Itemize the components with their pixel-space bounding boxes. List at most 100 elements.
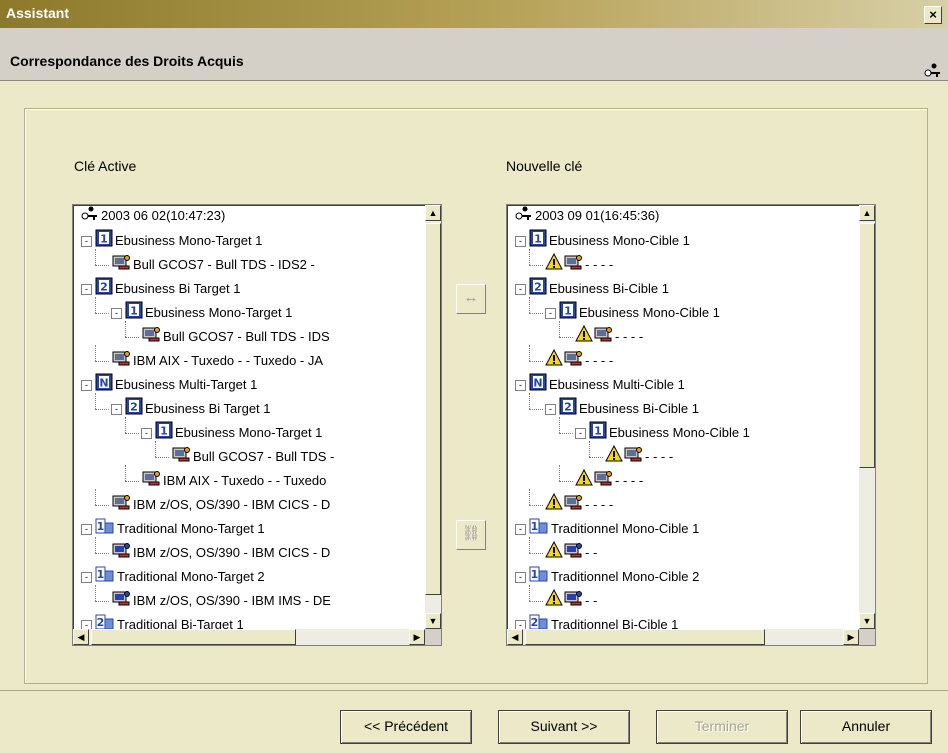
previous-button[interactable]: << Précédent <box>340 710 472 744</box>
tree-node[interactable]: N Ebusiness Multi-Target 1 <box>95 373 257 397</box>
warning-icon <box>545 492 583 517</box>
tree-node[interactable]: 2 Ebusiness Bi-Cible 1 <box>559 397 699 421</box>
scroll-thumb-h[interactable] <box>525 629 765 645</box>
tree-node[interactable]: IBM z/OS, OS/390 - IBM CICS - D <box>111 493 330 517</box>
tree-node[interactable]: - - - - <box>575 324 643 349</box>
map-arrow-button[interactable]: ↔ <box>456 284 486 314</box>
tree-node[interactable]: Bull GCOS7 - Bull TDS - IDS <box>141 325 330 349</box>
tree-connector <box>529 345 530 361</box>
tree-node[interactable]: Bull GCOS7 - Bull TDS - IDS2 - <box>111 253 315 277</box>
tree-node[interactable]: - - - - <box>545 348 614 373</box>
scroll-up-icon[interactable]: ▲ <box>859 205 875 221</box>
tree-node[interactable]: IBM AIX - Tuxedo - - Tuxedo - JA <box>111 349 323 373</box>
collapse-toggle-icon[interactable]: - <box>81 572 92 583</box>
scroll-down-icon[interactable]: ▼ <box>859 613 875 629</box>
collapse-toggle-icon[interactable]: - <box>81 620 92 629</box>
tree-node-label: IBM AIX - Tuxedo - - Tuxedo <box>163 473 327 488</box>
tree-node[interactable]: - - <box>545 540 597 565</box>
collapse-toggle-icon[interactable]: - <box>515 524 526 535</box>
target-badge-icon: 1 <box>529 229 547 253</box>
scroll-right-icon[interactable]: ▶ <box>843 629 859 645</box>
collapse-toggle-icon[interactable]: - <box>111 404 122 415</box>
tree-node[interactable]: 1 Ebusiness Mono-Cible 1 <box>529 229 690 253</box>
tree-node[interactable]: IBM z/OS, OS/390 - IBM IMS - DE <box>111 589 331 613</box>
tree-connector <box>95 489 96 505</box>
finish-button[interactable]: Terminer <box>656 710 788 744</box>
scroll-thumb-h[interactable] <box>91 629 296 645</box>
tree-node[interactable]: 1 Ebusiness Mono-Target 1 <box>155 421 322 445</box>
tree-node-label: IBM z/OS, OS/390 - IBM CICS - D <box>133 545 331 560</box>
tree-node[interactable]: 2 Traditionnel Bi-Cible 1 <box>529 613 678 629</box>
cancel-button[interactable]: Annuler <box>800 710 932 744</box>
collapse-toggle-icon[interactable]: - <box>515 572 526 583</box>
tree-node-label: - - - - <box>585 353 614 368</box>
tree-node[interactable]: - - <box>545 588 597 613</box>
scroll-left-icon[interactable]: ◀ <box>73 629 89 645</box>
active-key-tree[interactable]: 2003 06 02(10:47:23) -1 Ebusiness Mono-Tar… <box>72 204 442 646</box>
tree-rows: 2003 06 02(10:47:23) -1 Ebusiness Mono-Tar… <box>73 205 425 629</box>
tree-node[interactable]: 1 Ebusiness Mono-Cible 1 <box>559 301 720 325</box>
tree-node[interactable]: - - - - <box>545 252 613 277</box>
tree-node[interactable]: N Ebusiness Multi-Cible 1 <box>529 373 685 397</box>
collapse-toggle-icon[interactable]: - <box>111 308 122 319</box>
scroll-right-icon[interactable]: ▶ <box>409 629 425 645</box>
tree-node[interactable]: IBM AIX - Tuxedo - - Tuxedo <box>141 469 326 493</box>
tree-node[interactable]: 1 Traditional Mono-Target 2 <box>95 565 265 589</box>
collapse-toggle-icon[interactable]: - <box>141 428 152 439</box>
warning-icon <box>545 588 583 613</box>
close-button[interactable]: × <box>924 6 942 24</box>
horizontal-scrollbar[interactable]: ◀ ▶ <box>73 629 425 645</box>
tree-node[interactable]: 1 Ebusiness Mono-Target 1 <box>95 229 262 253</box>
scroll-left-icon[interactable]: ◀ <box>507 629 523 645</box>
horizontal-scrollbar[interactable]: ◀ ▶ <box>507 629 859 645</box>
tree-node[interactable]: - - - - <box>545 492 613 517</box>
tree-connector <box>529 393 530 409</box>
collapse-toggle-icon[interactable]: - <box>81 524 92 535</box>
tree-node[interactable]: 1 Ebusiness Mono-Cible 1 <box>589 421 750 445</box>
tree-connector <box>529 489 530 505</box>
tree-node[interactable]: 2 Ebusiness Bi Target 1 <box>95 277 241 301</box>
server-icon <box>111 589 131 613</box>
collapse-toggle-icon[interactable]: - <box>575 428 586 439</box>
collapse-toggle-icon[interactable]: - <box>515 380 526 391</box>
tree-node[interactable]: 1 Traditionnel Mono-Cible 2 <box>529 565 699 589</box>
scroll-thumb[interactable] <box>425 223 441 595</box>
tree-connector <box>125 433 139 434</box>
scroll-down-icon[interactable]: ▼ <box>425 613 441 629</box>
tree-node[interactable]: 2003 06 02(10:47:23) <box>81 205 225 229</box>
tree-connector <box>125 337 139 338</box>
new-key-tree[interactable]: 2003 09 01(16:45:36) -1 Ebusiness Mono-Cib… <box>506 204 876 646</box>
tree-node-label: Ebusiness Bi-Cible 1 <box>579 401 699 416</box>
tree-node[interactable]: 2 Traditional Bi-Target 1 <box>95 613 244 629</box>
svg-text:1: 1 <box>594 425 602 438</box>
tree-node[interactable]: 1 Traditionnel Mono-Cible 1 <box>529 517 699 541</box>
tree-node[interactable]: - - - - <box>575 468 643 493</box>
tree-node[interactable]: Bull GCOS7 - Bull TDS - <box>171 445 334 469</box>
tree-node-label: Traditionnel Mono-Cible 1 <box>551 521 700 536</box>
collapse-toggle-icon[interactable]: - <box>545 308 556 319</box>
tree-node-label: 2003 06 02(10:47:23) <box>101 208 226 223</box>
next-button[interactable]: Suivant >> <box>498 710 630 744</box>
tree-node[interactable]: 1 Traditional Mono-Target 1 <box>95 517 265 541</box>
scroll-up-icon[interactable]: ▲ <box>425 205 441 221</box>
tree-node[interactable]: 2 Ebusiness Bi Target 1 <box>125 397 271 421</box>
vertical-scrollbar[interactable]: ▲ ▼ <box>859 205 875 629</box>
collapse-toggle-icon[interactable]: - <box>515 284 526 295</box>
collapse-toggle-icon[interactable]: - <box>81 284 92 295</box>
tree-node-label: Traditional Bi-Target 1 <box>117 617 244 629</box>
collapse-toggle-icon[interactable]: - <box>545 404 556 415</box>
link-button[interactable]: ⛓ <box>456 520 486 550</box>
collapse-toggle-icon[interactable]: - <box>81 236 92 247</box>
tree-node[interactable]: 2 Ebusiness Bi-Cible 1 <box>529 277 669 301</box>
tree-node[interactable]: - - - - <box>605 444 673 469</box>
collapse-toggle-icon[interactable]: - <box>515 620 526 629</box>
tree-node[interactable]: 1 Ebusiness Mono-Target 1 <box>125 301 292 325</box>
collapse-toggle-icon[interactable]: - <box>81 380 92 391</box>
tree-node[interactable]: 2003 09 01(16:45:36) <box>515 205 659 229</box>
collapse-toggle-icon[interactable]: - <box>515 236 526 247</box>
vertical-scrollbar[interactable]: ▲ ▼ <box>425 205 441 629</box>
target-badge-icon: 1 <box>95 229 113 253</box>
target-badge-icon: 2 <box>95 613 115 629</box>
tree-node[interactable]: IBM z/OS, OS/390 - IBM CICS - D <box>111 541 330 565</box>
scroll-thumb[interactable] <box>859 223 875 468</box>
